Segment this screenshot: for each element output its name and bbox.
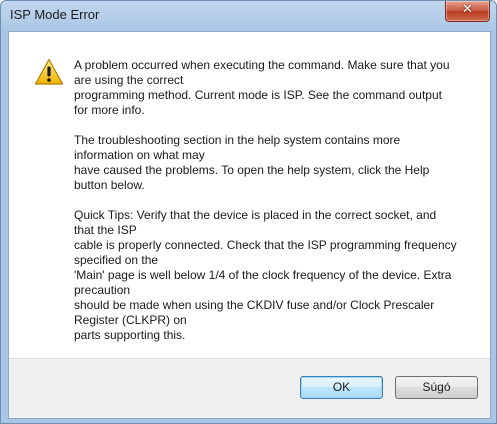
message-line: specified on the bbox=[74, 253, 159, 267]
message-line: for more info. bbox=[74, 103, 145, 117]
close-button[interactable]: ✕ bbox=[445, 1, 490, 22]
warning-icon bbox=[34, 58, 64, 85]
dialog-content: A problem occurred when executing the co… bbox=[9, 32, 490, 359]
message-line: should be made when using the CKDIV fuse… bbox=[74, 298, 435, 312]
message-paragraph-2: The troubleshooting section in the help … bbox=[74, 133, 469, 193]
message-paragraph-1: A problem occurred when executing the co… bbox=[74, 58, 469, 118]
message-paragraph-3: Quick Tips: Verify that the device is pl… bbox=[74, 208, 469, 343]
error-message: A problem occurred when executing the co… bbox=[74, 58, 469, 358]
button-bar: OK Súgó bbox=[9, 358, 490, 418]
help-button[interactable]: Súgó bbox=[395, 376, 478, 399]
message-line: programming method. Current mode is ISP.… bbox=[74, 88, 442, 102]
title-bar[interactable]: ISP Mode Error ✕ bbox=[1, 1, 496, 31]
message-line: Register (CLKPR) on bbox=[74, 313, 187, 327]
message-line: The troubleshooting section in the help … bbox=[74, 133, 401, 147]
message-line: are using the correct bbox=[74, 73, 184, 87]
dialog-window: ISP Mode Error ✕ A problem occurred when… bbox=[0, 0, 497, 424]
message-line: button below. bbox=[74, 178, 145, 192]
message-line: parts supporting this. bbox=[74, 328, 186, 342]
message-line: 'Main' page is well below 1/4 of the clo… bbox=[74, 268, 452, 282]
message-line: information on what may bbox=[74, 148, 205, 162]
dialog-client-area: A problem occurred when executing the co… bbox=[8, 31, 491, 419]
message-line: have caused the problems. To open the he… bbox=[74, 163, 430, 177]
message-line: A problem occurred when executing the co… bbox=[74, 58, 450, 72]
message-line: Quick Tips: Verify that the device is pl… bbox=[74, 208, 437, 222]
message-line: cable is properly connected. Check that … bbox=[74, 238, 457, 252]
ok-button[interactable]: OK bbox=[300, 376, 383, 399]
close-icon: ✕ bbox=[462, 2, 473, 17]
message-line: precaution bbox=[74, 283, 131, 297]
window-title: ISP Mode Error bbox=[10, 7, 100, 22]
message-line: that the ISP bbox=[74, 223, 137, 237]
